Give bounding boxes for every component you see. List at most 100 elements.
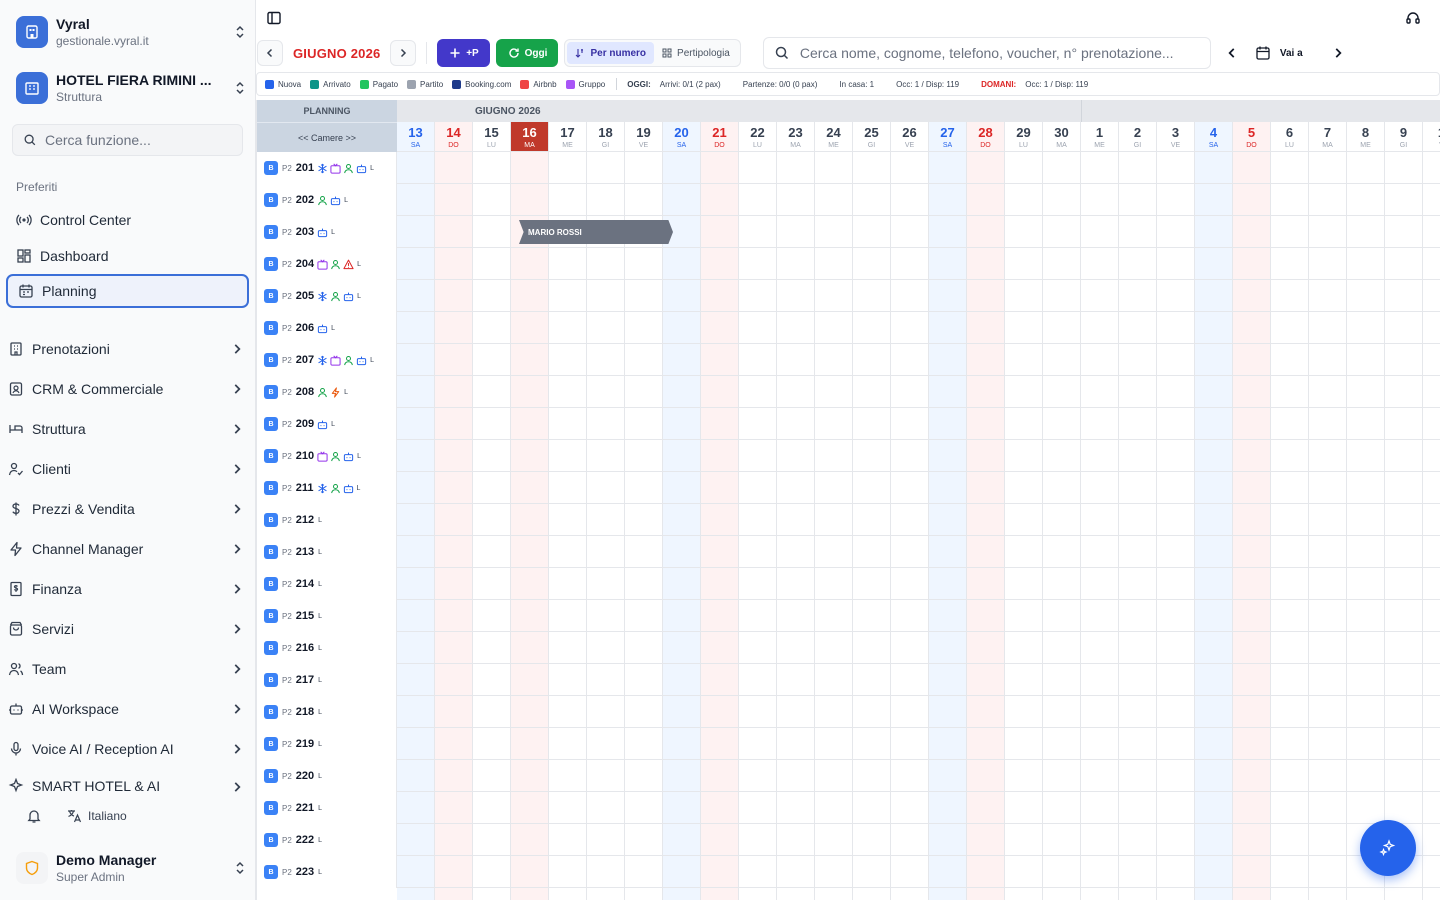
next-week-button[interactable] <box>1331 46 1345 60</box>
day-header[interactable]: 6 LU <box>1271 122 1309 152</box>
room-label-cell[interactable]: B P2 209 L <box>257 408 397 440</box>
room-row[interactable]: B P2 203 L <box>257 216 1440 248</box>
function-search-input[interactable]: Cerca funzione... <box>12 124 243 156</box>
sidebar-item-crm-commerciale[interactable]: CRM & Commerciale <box>8 372 248 406</box>
day-header[interactable]: 20 SA <box>663 122 701 152</box>
day-header[interactable]: 15 LU <box>473 122 511 152</box>
day-header[interactable]: 1 ME <box>1081 122 1119 152</box>
room-label-cell[interactable]: B P2 201 L <box>257 152 397 184</box>
room-row[interactable]: B P2 205 L <box>257 280 1440 312</box>
room-row[interactable]: B P2 201 L <box>257 152 1440 184</box>
ai-assistant-button[interactable] <box>1360 820 1416 876</box>
day-header[interactable]: 30 MA <box>1043 122 1081 152</box>
day-header[interactable]: 17 ME <box>549 122 587 152</box>
room-row[interactable]: B P2 207 L <box>257 344 1440 376</box>
headset-icon[interactable] <box>1405 10 1421 26</box>
sidebar-item-struttura[interactable]: Struttura <box>8 412 248 446</box>
room-label-cell[interactable]: B P2 216 L <box>257 632 397 664</box>
day-header[interactable]: 9 GI <box>1385 122 1423 152</box>
room-label-cell[interactable]: B P2 219 L <box>257 728 397 760</box>
day-header[interactable]: 27 SA <box>929 122 967 152</box>
room-label-cell[interactable]: B P2 222 L <box>257 824 397 856</box>
day-header[interactable]: 8 ME <box>1347 122 1385 152</box>
app-switcher[interactable]: Vyral gestionale.vyral.it <box>16 16 248 48</box>
bell-icon[interactable] <box>26 808 42 824</box>
sidebar-item-prezzi-vendita[interactable]: Prezzi & Vendita <box>8 492 248 526</box>
room-label-cell[interactable]: B P2 217 L <box>257 664 397 696</box>
room-row[interactable]: B P2 218 L <box>257 696 1440 728</box>
view-by-type-tab[interactable]: Pertipologia <box>654 42 738 64</box>
booking-bar[interactable]: MARIO ROSSI <box>519 220 673 244</box>
day-header[interactable]: 14 DO <box>435 122 473 152</box>
room-label-cell[interactable]: B P2 211 L <box>257 472 397 504</box>
room-row[interactable]: B P2 206 L <box>257 312 1440 344</box>
room-label-cell[interactable]: B P2 207 L <box>257 344 397 376</box>
day-header[interactable]: 7 MA <box>1309 122 1347 152</box>
room-row[interactable]: B P2 209 L <box>257 408 1440 440</box>
prev-week-button[interactable] <box>1225 46 1239 60</box>
sidebar-item-smart-hotel-ai[interactable]: SMART HOTEL & AI <box>8 772 248 794</box>
day-header[interactable]: 22 LU <box>739 122 777 152</box>
room-row[interactable]: B P2 220 L <box>257 760 1440 792</box>
day-header[interactable]: 24 ME <box>815 122 853 152</box>
current-month-label[interactable]: GIUGNO 2026 <box>293 46 380 61</box>
room-row[interactable]: B P2 217 L <box>257 664 1440 696</box>
rooms-nav-button[interactable]: << Camere >> <box>257 122 397 152</box>
room-label-cell[interactable]: B P2 208 L <box>257 376 397 408</box>
room-row[interactable]: B P2 208 L <box>257 376 1440 408</box>
sidebar-toggle-icon[interactable] <box>266 10 282 26</box>
add-booking-button[interactable]: +P <box>437 39 491 67</box>
room-label-cell[interactable]: B P2 203 L <box>257 216 397 248</box>
sidebar-item-finanza[interactable]: Finanza <box>8 572 248 606</box>
room-label-cell[interactable]: B P2 214 L <box>257 568 397 600</box>
next-month-button[interactable] <box>390 40 417 66</box>
day-header[interactable]: 19 VE <box>625 122 663 152</box>
room-row[interactable]: B P2 211 L <box>257 472 1440 504</box>
room-label-cell[interactable]: B P2 221 L <box>257 792 397 824</box>
sidebar-item-ai-workspace[interactable]: AI Workspace <box>8 692 248 726</box>
goto-date-button[interactable]: Vai a <box>1255 45 1303 61</box>
room-row[interactable]: B P2 204 L <box>257 248 1440 280</box>
day-header[interactable]: 21 DO <box>701 122 739 152</box>
room-label-cell[interactable]: B P2 205 L <box>257 280 397 312</box>
room-row[interactable]: B P2 215 L <box>257 600 1440 632</box>
fav-dashboard[interactable]: Dashboard <box>6 239 249 273</box>
room-label-cell[interactable]: B P2 218 L <box>257 696 397 728</box>
day-header[interactable]: 25 GI <box>853 122 891 152</box>
room-row[interactable]: B P2 213 L <box>257 536 1440 568</box>
view-by-number-tab[interactable]: Per numero <box>567 42 655 64</box>
language-label[interactable]: Italiano <box>88 809 127 823</box>
today-button[interactable]: Oggi <box>496 39 559 67</box>
room-label-cell[interactable]: B P2 220 L <box>257 760 397 792</box>
prev-month-button[interactable] <box>257 40 283 66</box>
room-row[interactable]: B P2 222 L <box>257 824 1440 856</box>
day-header[interactable]: 3 VE <box>1157 122 1195 152</box>
booking-search-input[interactable]: Cerca nome, cognome, telefono, voucher, … <box>762 37 1211 69</box>
day-header[interactable]: 29 LU <box>1005 122 1043 152</box>
room-row[interactable]: B P2 223 L <box>257 856 1440 888</box>
room-label-cell[interactable]: B P2 223 L <box>257 856 397 888</box>
room-label-cell[interactable]: B P2 206 L <box>257 312 397 344</box>
room-row[interactable]: B P2 216 L <box>257 632 1440 664</box>
day-header[interactable]: 28 DO <box>967 122 1005 152</box>
room-label-cell[interactable]: B P2 210 L <box>257 440 397 472</box>
room-row[interactable]: B P2 202 L <box>257 184 1440 216</box>
sidebar-item-voice-ai-reception-ai[interactable]: Voice AI / Reception AI <box>8 732 248 766</box>
day-header[interactable]: 1V <box>1423 122 1440 152</box>
hotel-switcher[interactable]: HOTEL FIERA RIMINI ... Struttura <box>16 72 248 104</box>
sidebar-item-prenotazioni[interactable]: Prenotazioni <box>8 332 248 366</box>
day-header[interactable]: 13 SA <box>397 122 435 152</box>
fav-planning[interactable]: Planning <box>6 274 249 308</box>
room-label-cell[interactable]: B P2 213 L <box>257 536 397 568</box>
day-header[interactable]: 23 MA <box>777 122 815 152</box>
room-row[interactable]: B P2 214 L <box>257 568 1440 600</box>
room-label-cell[interactable]: B P2 215 L <box>257 600 397 632</box>
translate-icon[interactable] <box>66 808 82 824</box>
sidebar-item-team[interactable]: Team <box>8 652 248 686</box>
day-header[interactable]: 4 SA <box>1195 122 1233 152</box>
room-row[interactable]: B P2 212 L <box>257 504 1440 536</box>
room-label-cell[interactable]: B P2 202 L <box>257 184 397 216</box>
room-row[interactable]: B P2 210 L <box>257 440 1440 472</box>
room-label-cell[interactable]: B P2 204 L <box>257 248 397 280</box>
day-header[interactable]: 26 VE <box>891 122 929 152</box>
